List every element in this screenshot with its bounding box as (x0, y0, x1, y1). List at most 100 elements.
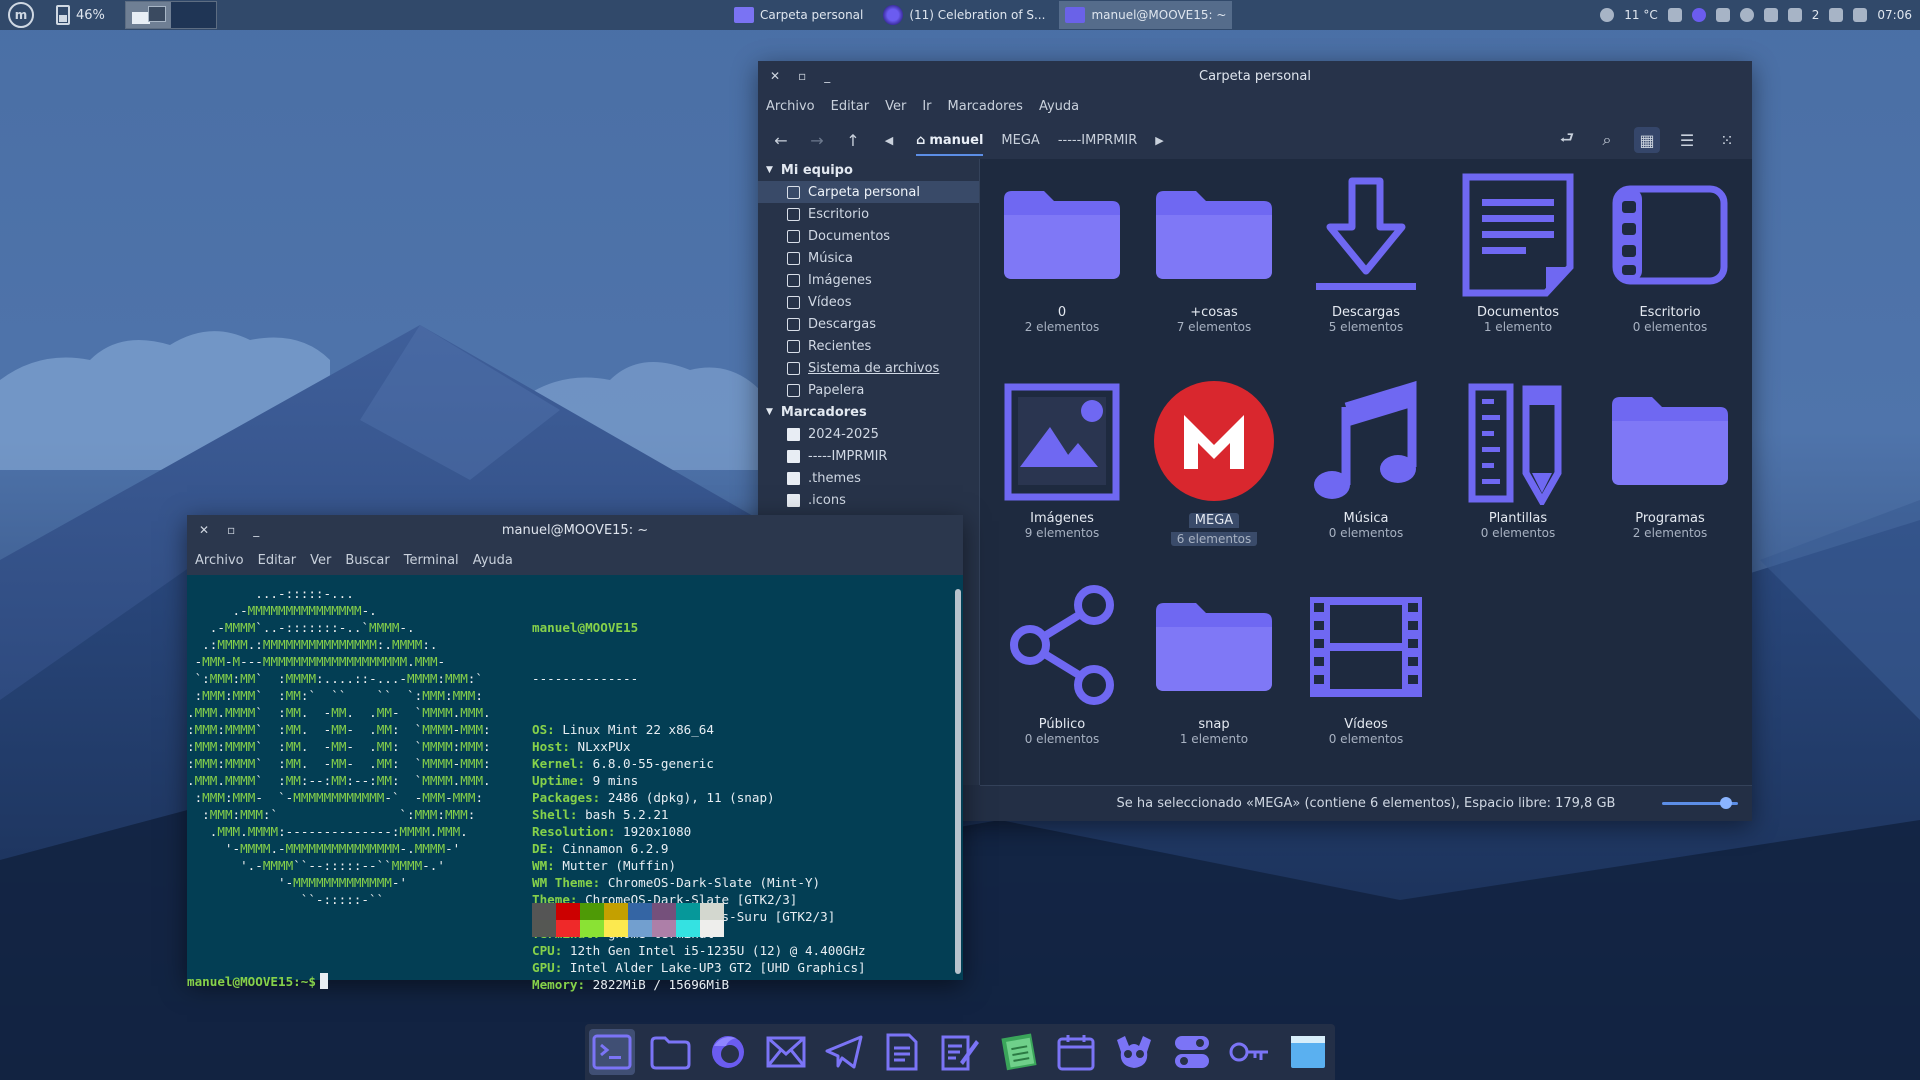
list-view-icon[interactable]: ☰ (1674, 127, 1700, 153)
up-icon[interactable]: ↑ (840, 127, 866, 153)
menu-ayuda[interactable]: Ayuda (1039, 99, 1079, 114)
titlebar[interactable]: ✕ ▫ _ Carpeta personal (758, 61, 1752, 91)
minimize-icon[interactable]: _ (824, 69, 830, 83)
file-item-documentos[interactable]: Documentos 1 elemento (1454, 171, 1582, 334)
dock-passwords[interactable] (1227, 1029, 1273, 1075)
icon-view-icon[interactable]: ▦ (1634, 127, 1660, 153)
sidebar-section-mi-equipo[interactable]: ▼ Mi equipo (758, 159, 979, 181)
menu-ir[interactable]: Ir (922, 99, 931, 114)
file-item-videos[interactable]: Vídeos 0 elementos (1302, 583, 1430, 746)
file-item-programas[interactable]: Programas 2 elementos (1606, 377, 1734, 540)
sidebar-item-descargas[interactable]: Descargas (758, 313, 979, 335)
clock[interactable]: 07:06 (1877, 8, 1912, 22)
wifi-icon[interactable] (1829, 8, 1844, 22)
bluetooth-icon[interactable] (1715, 8, 1730, 22)
file-item-cosas[interactable]: +cosas 7 elementos (1150, 171, 1278, 334)
dock-show-desktop[interactable] (1285, 1029, 1331, 1075)
task-files[interactable]: Carpeta personal (728, 1, 869, 29)
sidebar-item-papelera[interactable]: Papelera (758, 379, 979, 401)
back-icon[interactable]: ← (768, 127, 794, 153)
menu-archivo[interactable]: Archivo (195, 553, 244, 568)
file-item-mega[interactable]: MEGA 6 elementos (1150, 377, 1278, 547)
menu-buscar[interactable]: Buscar (345, 553, 389, 568)
menu-marcadores[interactable]: Marcadores (948, 99, 1023, 114)
file-item-imagenes[interactable]: Imágenes 9 elementos (998, 377, 1126, 540)
crumb-imprmir[interactable]: -----IMPRMIR (1058, 133, 1137, 148)
task-terminal[interactable]: manuel@MOOVE15: ~ (1059, 1, 1233, 29)
dock-settings[interactable] (1169, 1029, 1215, 1075)
sidebar-item-escritorio[interactable]: Escritorio (758, 203, 979, 225)
mint-menu-button[interactable]: m (8, 2, 34, 28)
workspace-switcher[interactable] (124, 1, 217, 29)
crumb-home[interactable]: ⌂ manuel (916, 133, 984, 156)
menu-ayuda[interactable]: Ayuda (473, 553, 513, 568)
mega-tray-icon[interactable] (1691, 8, 1706, 22)
shield-icon[interactable] (1763, 8, 1778, 22)
sidebar-item-videos[interactable]: Vídeos (758, 291, 979, 313)
minimize-icon[interactable]: _ (253, 523, 259, 537)
scrollbar[interactable] (955, 589, 961, 974)
workspace-1[interactable] (125, 2, 171, 28)
weather-temp[interactable]: 11 °C (1624, 8, 1657, 22)
dock-mail[interactable] (763, 1029, 809, 1075)
battery-indicator[interactable]: 46% (56, 5, 105, 25)
shell-prompt[interactable]: manuel@MOOVE15:~$ (187, 973, 328, 990)
redshift-icon[interactable] (1739, 8, 1754, 22)
file-item-descargas[interactable]: Descargas 5 elementos (1302, 171, 1430, 334)
breadcrumb-left-icon[interactable]: ◀ (876, 127, 902, 153)
task-firefox[interactable]: (11) Celebration of S... (877, 1, 1051, 29)
menu-terminal[interactable]: Terminal (404, 553, 459, 568)
maximize-icon[interactable]: ▫ (798, 69, 806, 83)
sidebar-item-carpeta-personal[interactable]: Carpeta personal (758, 181, 979, 203)
sidebar-bookmark-imprmir[interactable]: -----IMPRMIR (758, 445, 979, 467)
sidebar-item-documentos[interactable]: Documentos (758, 225, 979, 247)
file-item-musica[interactable]: Música 0 elementos (1302, 377, 1430, 540)
sidebar-bookmark-themes[interactable]: .themes (758, 467, 979, 489)
sidebar-bookmark-2024-2025[interactable]: 2024-2025 (758, 423, 979, 445)
breadcrumb-right-icon[interactable]: ▶ (1155, 134, 1163, 147)
dock-spreadsheet[interactable] (995, 1029, 1041, 1075)
file-item-plantillas[interactable]: Plantillas 0 elementos (1454, 377, 1582, 540)
dock-terminal[interactable] (589, 1029, 635, 1075)
crumb-mega[interactable]: MEGA (1001, 133, 1039, 148)
info-value: Intel Alder Lake-UP3 GT2 [UHD Graphics] (562, 960, 866, 975)
forward-icon[interactable]: → (804, 127, 830, 153)
notifications-icon[interactable] (1787, 8, 1802, 22)
file-item-escritorio[interactable]: Escritorio 0 elementos (1606, 171, 1734, 334)
file-item-snap[interactable]: snap 1 elemento (1150, 583, 1278, 746)
sidebar-section-marcadores[interactable]: ▼ Marcadores (758, 401, 979, 423)
sidebar-item-recientes[interactable]: Recientes (758, 335, 979, 357)
notifications-count[interactable]: 2 (1812, 8, 1820, 22)
menu-archivo[interactable]: Archivo (766, 99, 815, 114)
zoom-slider[interactable] (1662, 797, 1738, 809)
titlebar[interactable]: ✕ ▫ _ manuel@MOOVE15: ~ (187, 515, 963, 545)
menu-editar[interactable]: Editar (831, 99, 870, 114)
sidebar-bookmark-icons[interactable]: .icons (758, 489, 979, 511)
sidebar-item-sistema-de-archivos[interactable]: Sistema de archivos (758, 357, 979, 379)
search-icon[interactable]: ⌕ (1594, 127, 1620, 153)
dock-files[interactable] (647, 1029, 693, 1075)
sidebar-item-musica[interactable]: Música (758, 247, 979, 269)
menu-ver[interactable]: Ver (885, 99, 906, 114)
maximize-icon[interactable]: ▫ (227, 523, 235, 537)
menu-editar[interactable]: Editar (258, 553, 297, 568)
menu-ver[interactable]: Ver (310, 553, 331, 568)
workspace-2[interactable] (170, 2, 216, 28)
sound-icon[interactable] (1853, 8, 1868, 22)
dock-firefox[interactable] (705, 1029, 751, 1075)
compact-view-icon[interactable]: ⁙ (1714, 127, 1740, 153)
dock-notes[interactable] (937, 1029, 983, 1075)
sidebar-item-imagenes[interactable]: Imágenes (758, 269, 979, 291)
terminal-output[interactable]: ...-:::::-... .-MMMMMMMMMMMMMMM-. .-MMMM… (187, 571, 953, 992)
close-icon[interactable]: ✕ (199, 523, 209, 537)
dock-telegram[interactable] (821, 1029, 867, 1075)
close-icon[interactable]: ✕ (770, 69, 780, 83)
toggle-location-icon[interactable]: ⮐ (1554, 127, 1580, 153)
file-item-0[interactable]: 0 2 elementos (998, 171, 1126, 334)
dock-gimp[interactable] (1111, 1029, 1157, 1075)
weather-icon[interactable] (1600, 8, 1615, 22)
dock-calendar[interactable] (1053, 1029, 1099, 1075)
dock-text-editor[interactable] (879, 1029, 925, 1075)
calendar-applet-icon[interactable] (1667, 8, 1682, 22)
file-item-publico[interactable]: Público 0 elementos (998, 583, 1126, 746)
